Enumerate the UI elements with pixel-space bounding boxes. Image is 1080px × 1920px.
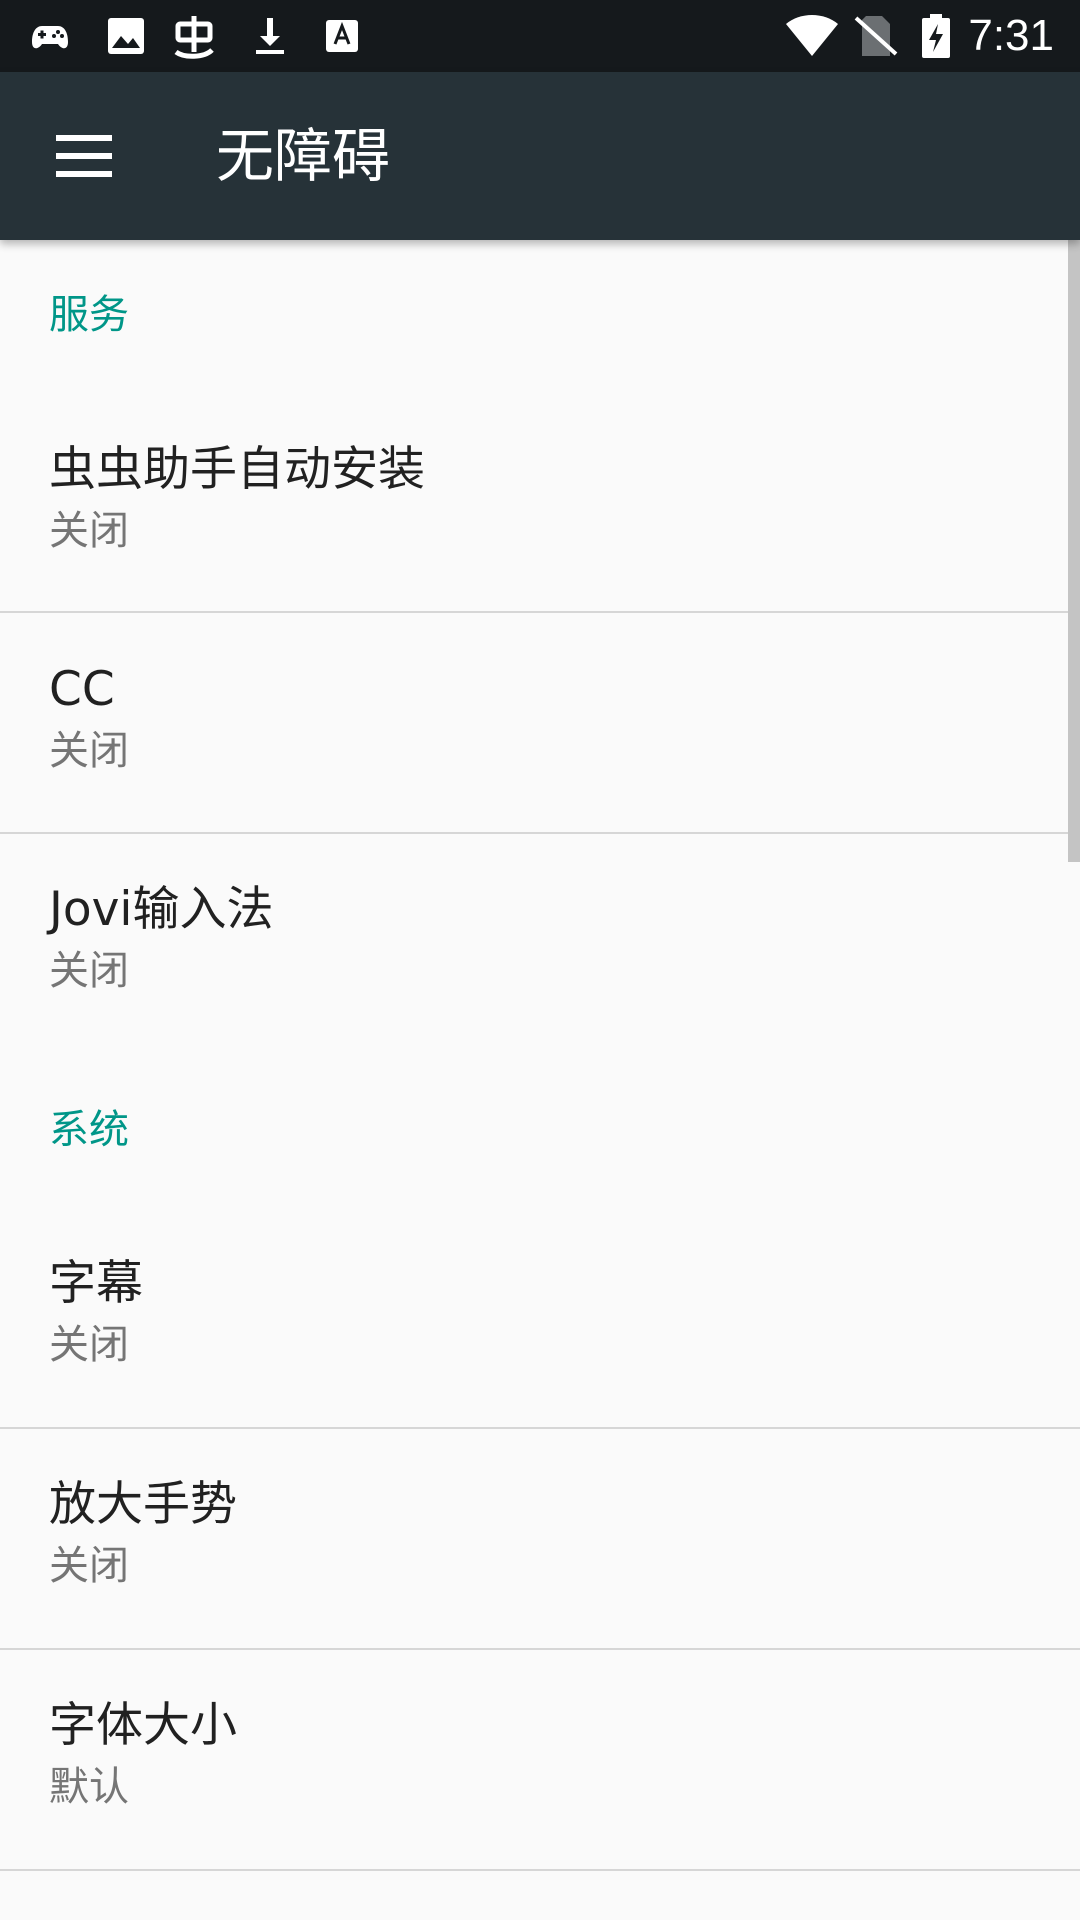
wifi-icon <box>786 15 838 56</box>
section-header-system: 系统 <box>49 1107 129 1153</box>
chongchong-app-icon <box>174 16 214 59</box>
pref-summary: 关闭 <box>49 728 129 774</box>
pref-title: 放大手势 <box>49 1477 237 1532</box>
menu-button[interactable] <box>28 100 140 212</box>
preference-list[interactable]: 服务 虫虫助手自动安装 关闭 CC 关闭 Jovi输入法 关闭 系统 字幕 关闭… <box>0 240 1080 1920</box>
game-controller-icon <box>32 26 68 49</box>
pref-summary: 关闭 <box>49 1543 129 1589</box>
download-icon <box>256 18 284 54</box>
pref-title: 虫虫助手自动安装 <box>49 442 425 497</box>
page-title: 无障碍 <box>216 122 391 190</box>
battery-charging-icon <box>922 14 950 58</box>
pref-summary: 默认 <box>49 1764 129 1810</box>
pref-item-cc[interactable]: CC 关闭 <box>0 660 1080 880</box>
hamburger-menu-icon <box>56 135 112 177</box>
image-icon <box>108 18 144 54</box>
divider <box>0 832 1080 834</box>
pref-summary: 关闭 <box>49 508 129 554</box>
pref-item-magnification-gesture[interactable]: 放大手势 关闭 <box>0 1475 1080 1695</box>
divider <box>0 1648 1080 1650</box>
app-bar: 无障碍 <box>0 72 1080 240</box>
pref-title: 字体大小 <box>49 1698 237 1753</box>
pref-title: 字幕 <box>49 1256 143 1311</box>
pref-item-chongchong-auto-install[interactable]: 虫虫助手自动安装 关闭 <box>0 440 1080 660</box>
pref-item-font-size[interactable]: 字体大小 默认 <box>0 1696 1080 1916</box>
keyboard-a-icon <box>326 20 358 52</box>
divider <box>0 1869 1080 1871</box>
divider <box>0 611 1080 613</box>
status-time: 7:31 <box>968 11 1054 60</box>
pref-title: Jovi输入法 <box>49 882 274 937</box>
pref-summary: 关闭 <box>49 948 129 994</box>
divider <box>0 1427 1080 1429</box>
status-bar: 7:31 <box>0 0 1080 72</box>
pref-item-jovi-input[interactable]: Jovi输入法 关闭 <box>0 880 1080 1100</box>
no-sim-icon <box>854 16 898 56</box>
section-header-services: 服务 <box>49 292 129 338</box>
pref-title: CC <box>49 662 115 717</box>
pref-summary: 关闭 <box>49 1322 129 1368</box>
pref-item-captions[interactable]: 字幕 关闭 <box>0 1254 1080 1474</box>
scrollbar[interactable] <box>1068 240 1080 862</box>
